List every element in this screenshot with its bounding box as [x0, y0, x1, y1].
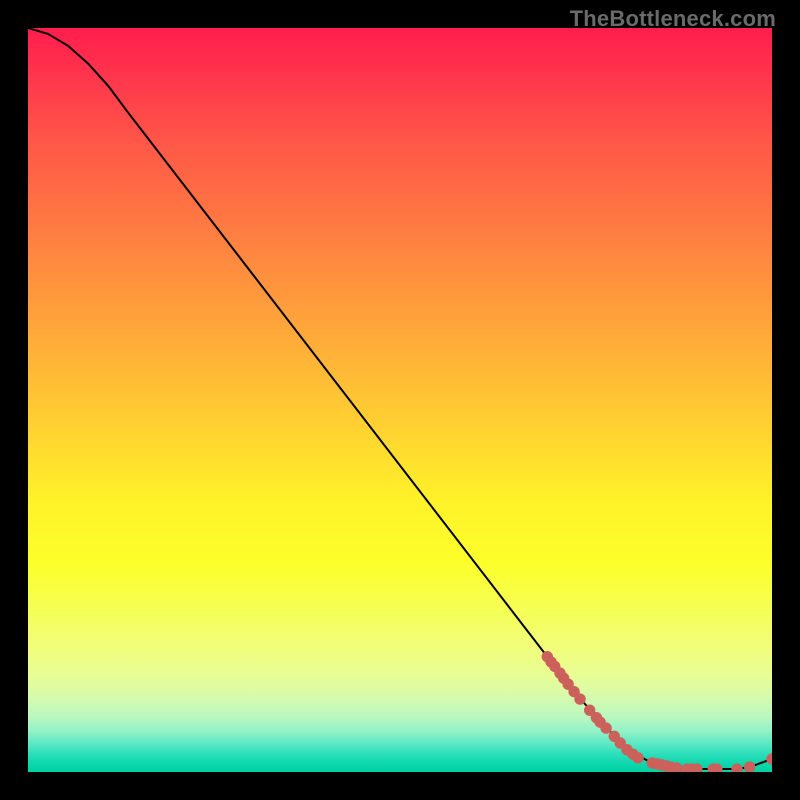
data-point — [744, 761, 755, 772]
data-point — [574, 693, 585, 704]
plot-area — [28, 28, 772, 772]
chart-root: TheBottleneck.com — [0, 0, 800, 800]
data-point — [766, 753, 772, 764]
data-point — [731, 763, 742, 772]
data-point — [632, 752, 643, 763]
chart-svg — [28, 28, 772, 772]
data-points — [542, 651, 772, 772]
data-point — [600, 722, 611, 733]
curve-path — [28, 28, 772, 769]
watermark-label: TheBottleneck.com — [570, 6, 776, 32]
curve-line — [28, 28, 772, 769]
